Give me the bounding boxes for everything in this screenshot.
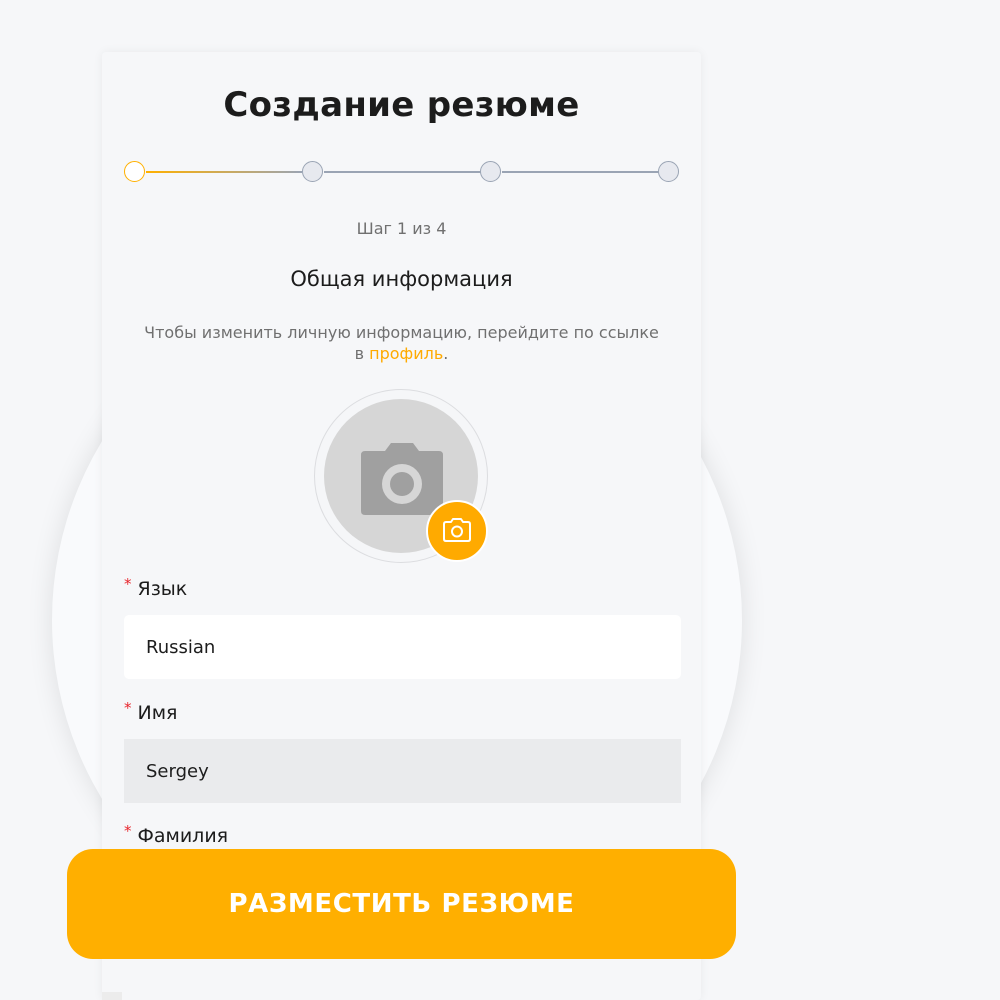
profile-link[interactable]: профиль (369, 344, 443, 363)
language-label: * Язык (124, 575, 188, 600)
step-counter: Шаг 1 из 4 (356, 219, 447, 238)
first-name-label: * Имя (124, 699, 178, 724)
last-name-label-text: Фамилия (137, 825, 229, 847)
required-mark: * (124, 822, 132, 840)
step-3-dot (480, 161, 501, 182)
publish-resume-button[interactable]: РАЗМЕСТИТЬ РЕЗЮМЕ (67, 849, 736, 959)
camera-icon (443, 518, 471, 542)
progress-stepper (102, 160, 701, 184)
profile-note-end: . (443, 344, 449, 363)
first-name-input[interactable] (124, 739, 681, 803)
last-name-label: * Фамилия (124, 822, 229, 847)
required-mark: * (124, 575, 132, 593)
page-title: Создание резюме (223, 85, 580, 125)
partial-element (102, 992, 122, 1000)
section-title: Общая информация (290, 267, 513, 291)
stepper-line-2 (324, 171, 481, 173)
stepper-line-1 (146, 171, 302, 173)
language-label-text: Язык (137, 578, 188, 600)
required-mark: * (124, 699, 132, 717)
stepper-line-3 (502, 171, 659, 173)
profile-note: Чтобы изменить личную информацию, перейд… (142, 322, 661, 364)
upload-photo-button[interactable] (426, 500, 488, 562)
step-2-dot (302, 161, 323, 182)
camera-icon (361, 443, 443, 515)
step-1-dot (124, 161, 145, 182)
first-name-label-text: Имя (137, 702, 178, 724)
language-input[interactable] (124, 615, 681, 679)
step-4-dot (658, 161, 679, 182)
